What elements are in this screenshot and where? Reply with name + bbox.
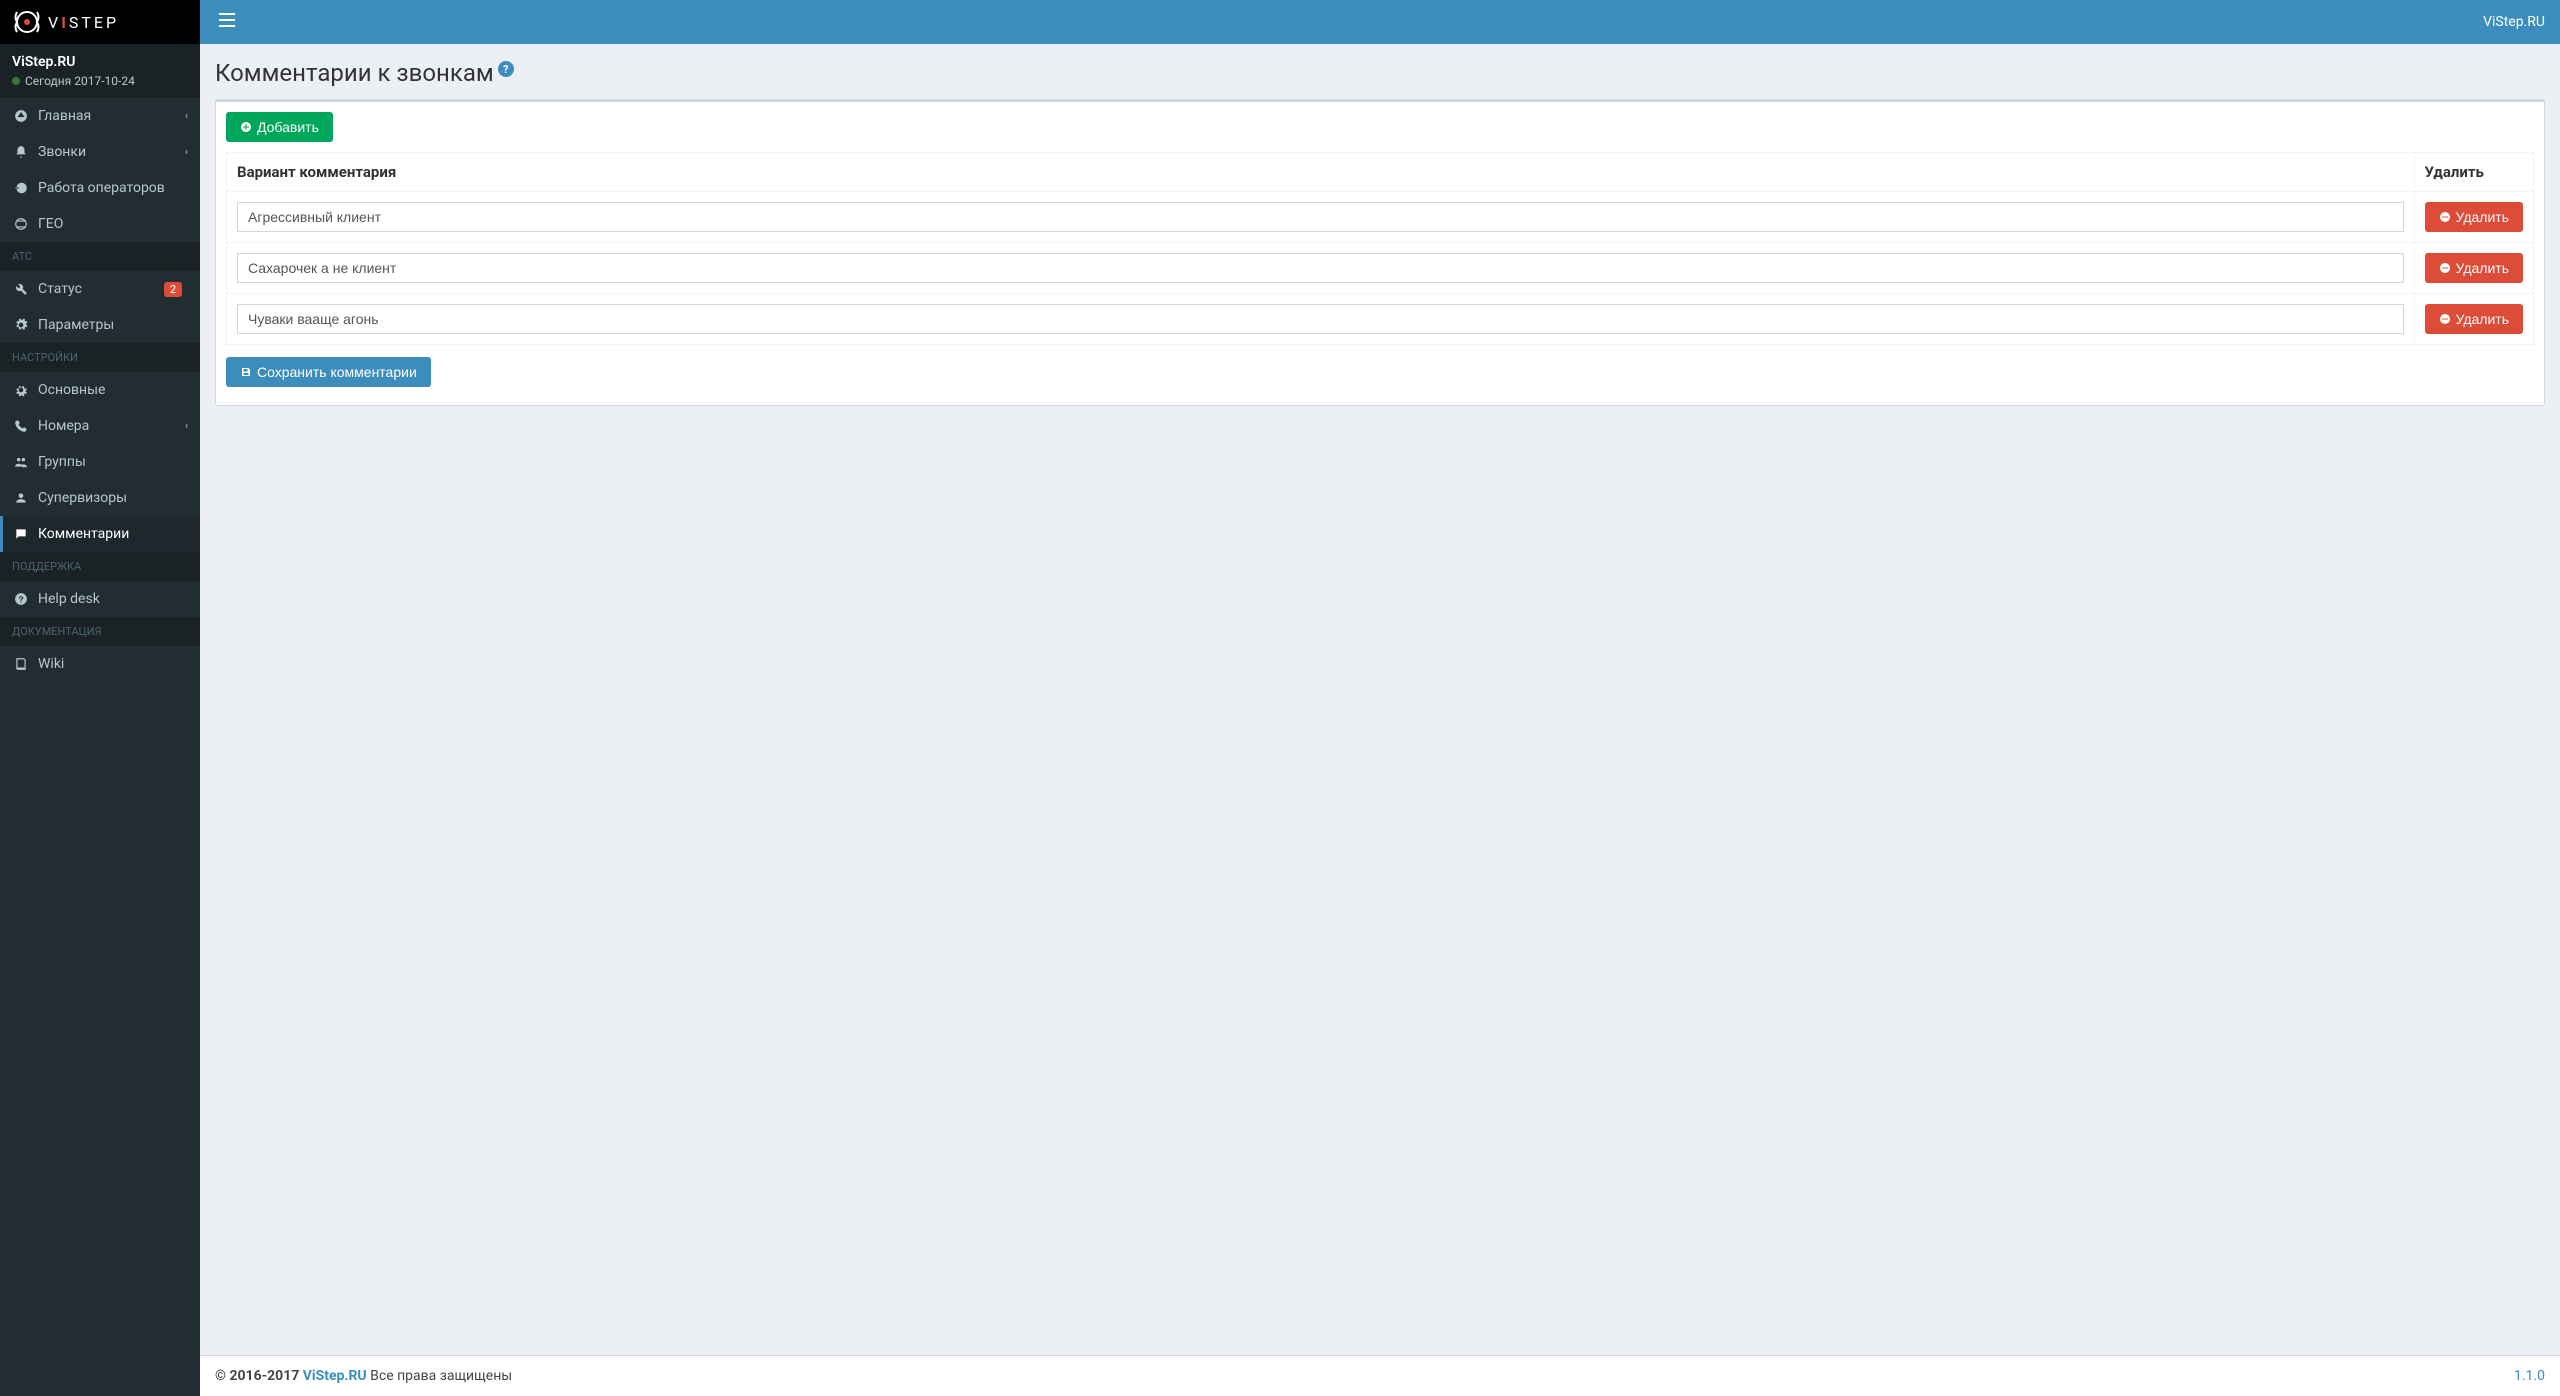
comment-input[interactable]: [237, 202, 2404, 232]
status-badge: 2: [164, 282, 182, 297]
sidebar-item-status[interactable]: Статус 2: [0, 271, 200, 307]
sidebar-section-docs: ДОКУМЕНТАЦИЯ: [0, 617, 200, 646]
table-row: Удалить: [227, 243, 2534, 294]
col-delete: Удалить: [2414, 153, 2533, 192]
content: Комментарии к звонкам ? Добавить Вариант…: [200, 44, 2560, 1355]
comments-table: Вариант комментария Удалить Удалить: [226, 152, 2534, 345]
chevron-left-icon: ‹: [185, 111, 188, 122]
sidebar-item-numbers[interactable]: Номера ‹: [0, 408, 200, 444]
gear-icon: [12, 383, 30, 397]
footer: © 2016-2017 ViStep.RU Все права защищены…: [200, 1355, 2560, 1396]
chevron-left-icon: ‹: [185, 147, 188, 158]
person-icon: [12, 491, 30, 505]
dashboard-icon: [12, 109, 30, 123]
main: ViStep.RU Комментарии к звонкам ? Добави…: [200, 0, 2560, 1396]
user-name: ViStep.RU: [12, 54, 188, 70]
sidebar-item-operators[interactable]: Работа операторов: [0, 170, 200, 206]
plus-circle-icon: [240, 121, 252, 133]
comment-input[interactable]: [237, 304, 2404, 334]
help-icon[interactable]: ?: [498, 61, 514, 77]
add-button[interactable]: Добавить: [226, 112, 333, 142]
sidebar-item-params[interactable]: Параметры: [0, 307, 200, 343]
sidebar-item-calls[interactable]: Звонки ‹: [0, 134, 200, 170]
delete-button[interactable]: Удалить: [2425, 253, 2523, 283]
sidebar-section-atc: АТС: [0, 242, 200, 271]
logo-text: VISTEP: [48, 13, 119, 32]
phone-icon: [12, 419, 30, 433]
sidebar-item-home[interactable]: Главная ‹: [0, 98, 200, 134]
sidebar-item-wiki[interactable]: Wiki: [0, 646, 200, 682]
sidebar-item-basic[interactable]: Основные: [0, 372, 200, 408]
footer-brand-link[interactable]: ViStep.RU: [303, 1368, 367, 1384]
logo-icon: [12, 7, 42, 37]
sidebar-item-supervisors[interactable]: Супервизоры: [0, 480, 200, 516]
topbar: ViStep.RU: [200, 0, 2560, 44]
sidebar-section-support: ПОДДЕРЖКА: [0, 552, 200, 581]
page-title: Комментарии к звонкам ?: [215, 59, 2545, 87]
user-panel: ViStep.RU Сегодня 2017-10-24: [0, 44, 200, 98]
save-button[interactable]: Сохранить комментарии: [226, 357, 431, 387]
sidebar-section-settings: НАСТРОЙКИ: [0, 343, 200, 372]
history-icon: [12, 181, 30, 195]
footer-copyright: © 2016-2017 ViStep.RU Все права защищены: [215, 1368, 512, 1384]
user-status: Сегодня 2017-10-24: [12, 74, 188, 88]
sidebar-item-helpdesk[interactable]: Help desk: [0, 581, 200, 617]
topbar-brand[interactable]: ViStep.RU: [2483, 14, 2545, 30]
wrench-icon: [12, 282, 30, 296]
globe-icon: [12, 217, 30, 231]
sidebar-item-geo[interactable]: ГЕО: [0, 206, 200, 242]
chevron-left-icon: ‹: [185, 421, 188, 432]
minus-circle-icon: [2439, 313, 2451, 325]
bell-icon: [12, 145, 30, 159]
delete-button[interactable]: Удалить: [2425, 202, 2523, 232]
footer-version: 1.1.0: [2514, 1368, 2545, 1384]
table-row: Удалить: [227, 192, 2534, 243]
save-icon: [240, 366, 252, 378]
delete-button[interactable]: Удалить: [2425, 304, 2523, 334]
status-dot-icon: [12, 77, 20, 85]
hamburger-icon[interactable]: [215, 9, 239, 35]
brand-logo[interactable]: VISTEP: [0, 0, 200, 44]
comment-input[interactable]: [237, 253, 2404, 283]
comment-icon: [12, 527, 30, 541]
col-variant: Вариант комментария: [227, 153, 2415, 192]
minus-circle-icon: [2439, 211, 2451, 223]
sidebar-item-comments[interactable]: Комментарии: [0, 516, 200, 552]
box: Добавить Вариант комментария Удалить: [215, 99, 2545, 406]
sidebar: VISTEP ViStep.RU Сегодня 2017-10-24 Глав…: [0, 0, 200, 1396]
users-icon: [12, 455, 30, 469]
book-icon: [12, 657, 30, 671]
sidebar-menu: Главная ‹ Звонки ‹ Работа операторов ГЕО…: [0, 98, 200, 1396]
question-icon: [12, 592, 30, 606]
cogs-icon: [12, 318, 30, 332]
minus-circle-icon: [2439, 262, 2451, 274]
table-row: Удалить: [227, 294, 2534, 345]
sidebar-item-groups[interactable]: Группы: [0, 444, 200, 480]
